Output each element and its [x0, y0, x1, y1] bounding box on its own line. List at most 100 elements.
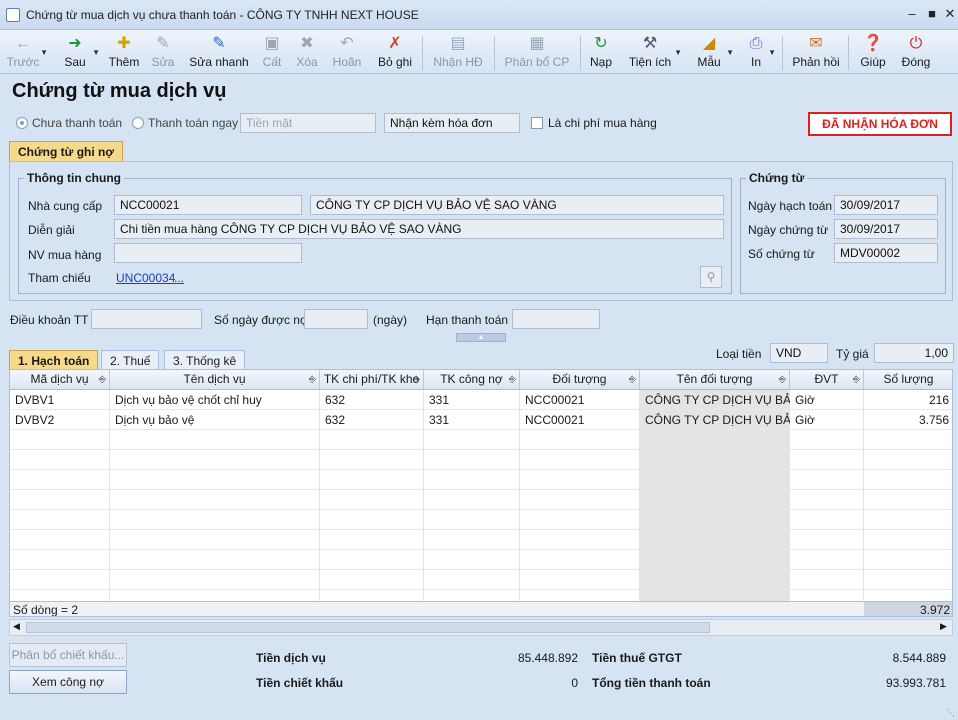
print-button[interactable]: ⎙ In ▼ — [744, 32, 776, 72]
tab-voucher[interactable]: Chứng từ ghi nợ — [9, 141, 123, 161]
cell-payable-account[interactable]: 331 — [424, 390, 520, 410]
voucher-group-title: Chứng từ — [746, 171, 808, 185]
buyer-field[interactable] — [114, 243, 302, 263]
supplier-code-field[interactable]: NCC00021 — [114, 195, 302, 215]
maximize-icon[interactable]: ■ — [924, 7, 940, 23]
table-row-empty[interactable] — [10, 510, 952, 530]
table-row-empty[interactable] — [10, 530, 952, 550]
col-header-expense-account[interactable]: TK chi phí/TK kho ⎆ — [320, 370, 424, 390]
table-row-empty[interactable] — [10, 430, 952, 450]
vat-label: Tiền thuế GTGT — [592, 651, 682, 665]
scroll-left-icon[interactable]: ◀ — [13, 621, 20, 632]
close-button[interactable]: ⏻ Đóng — [898, 32, 934, 72]
col-header-quantity[interactable]: Số lượng — [864, 370, 952, 390]
dropdown-icon[interactable]: ▼ — [674, 48, 682, 57]
save-button[interactable]: ▣ Cất — [258, 32, 286, 72]
cell-expense-account[interactable]: 632 — [320, 410, 424, 430]
reference-label: Tham chiếu — [28, 271, 91, 285]
dropdown-icon[interactable]: ▼ — [726, 48, 734, 57]
undo-button[interactable]: ↶ Hoãn — [330, 32, 364, 72]
edit-button[interactable]: ✎ Sửa — [148, 32, 178, 72]
scroll-right-icon[interactable]: ▶ — [940, 621, 947, 632]
delete-button[interactable]: ✖ Xóa — [292, 32, 322, 72]
horizontal-scrollbar[interactable]: ◀ ▶ — [9, 619, 953, 636]
col-header-payable-account[interactable]: TK công nợ ⎆ — [424, 370, 520, 390]
description-field[interactable]: Chi tiền mua hàng CÔNG TY CP DỊCH VỤ BẢO… — [114, 219, 724, 239]
receive-invoice-button[interactable]: ▤ Nhận HĐ — [430, 32, 486, 72]
cell-unit[interactable]: Giờ — [790, 390, 864, 410]
table-row[interactable]: DVBV1 Dịch vụ bảo vệ chốt chỉ huy 632 33… — [10, 390, 952, 410]
prev-button[interactable]: ← Trước ▼ — [6, 32, 48, 72]
tab-accounting[interactable]: 1. Hạch toán — [9, 350, 99, 370]
resize-grip-icon[interactable]: ⋱ — [946, 708, 955, 719]
posting-date-field[interactable]: 30/09/2017 — [834, 195, 938, 215]
table-row-empty[interactable] — [10, 470, 952, 490]
unpost-button[interactable]: ✗ Bỏ ghi — [374, 32, 416, 72]
toolbar-separator — [494, 36, 495, 70]
dropdown-icon[interactable]: ▼ — [92, 48, 100, 57]
load-button[interactable]: ↻ Nạp — [586, 32, 616, 72]
grid-footer: Số dòng = 2 3.972 — [10, 601, 952, 616]
invoice-mode-field[interactable]: Nhận kèm hóa đơn — [384, 113, 520, 133]
cell-service-code[interactable]: DVBV2 — [10, 410, 110, 430]
voucher-panel: Thông tin chung Nhà cung cấp NCC00021 CÔ… — [9, 161, 953, 301]
col-header-service-name[interactable]: Tên dịch vụ ⎆ — [110, 370, 320, 390]
feedback-button[interactable]: ✉ Phản hồi — [790, 32, 842, 72]
due-date-field[interactable] — [512, 309, 600, 329]
table-row-empty[interactable] — [10, 450, 952, 470]
credit-days-field[interactable] — [304, 309, 368, 329]
scroll-thumb[interactable] — [26, 622, 710, 633]
add-button[interactable]: ✚ Thêm — [106, 32, 142, 72]
cell-expense-account[interactable]: 632 — [320, 390, 424, 410]
cell-object-name: CÔNG TY CP DỊCH VỤ BẢO — [645, 413, 790, 427]
quick-edit-button[interactable]: ✎ Sửa nhanh — [188, 32, 250, 72]
voucher-date-label: Ngày chứng từ — [748, 223, 829, 237]
view-debt-button[interactable]: Xem công nợ — [9, 670, 127, 694]
col-header-unit[interactable]: ĐVT ⎆ — [790, 370, 864, 390]
cell-quantity[interactable]: 216 — [864, 390, 952, 410]
next-button[interactable]: ➜ Sau ▼ — [58, 32, 100, 72]
cell-object[interactable]: NCC00021 — [520, 410, 640, 430]
pin-icon: ⎆ — [628, 374, 636, 384]
currency-field[interactable]: VND — [770, 343, 828, 363]
payment-method-field[interactable]: Tiền mặt — [240, 113, 376, 133]
table-row-empty[interactable] — [10, 550, 952, 570]
payment-terms-field[interactable] — [91, 309, 202, 329]
close-icon[interactable]: ✕ — [942, 7, 958, 23]
radio-paid-now[interactable] — [132, 117, 144, 129]
dropdown-icon[interactable]: ▼ — [40, 48, 48, 57]
allocate-cost-button[interactable]: ▦ Phân bổ CP — [502, 32, 572, 72]
cell-service-name[interactable]: Dịch vụ bảo vệ — [110, 410, 320, 430]
voucher-no-field[interactable]: MDV00002 — [834, 243, 938, 263]
voucher-date-field[interactable]: 30/09/2017 — [834, 219, 938, 239]
purchase-cost-checkbox[interactable] — [531, 117, 543, 129]
cell-service-code[interactable]: DVBV1 — [10, 390, 110, 410]
discount-allocation-button[interactable]: Phân bổ chiết khấu... — [9, 643, 127, 667]
supplier-name-field[interactable]: CÔNG TY CP DỊCH VỤ BẢO VỆ SAO VÀNG — [310, 195, 724, 215]
col-header-object[interactable]: Đối tượng ⎆ — [520, 370, 640, 390]
collapse-icon[interactable]: ▲ — [456, 333, 506, 342]
col-header-object-name[interactable]: Tên đối tượng ⎆ — [640, 370, 790, 390]
help-button[interactable]: ❓ Giúp — [856, 32, 890, 72]
rate-field[interactable]: 1,00 — [874, 343, 954, 363]
page-title: Chứng từ mua dịch vụ — [12, 80, 227, 102]
tab-stats[interactable]: 3. Thống kê — [164, 350, 246, 370]
cell-quantity[interactable]: 3.756 — [864, 410, 952, 430]
cell-unit[interactable]: Giờ — [790, 410, 864, 430]
table-row[interactable]: DVBV2 Dịch vụ bảo vệ 632 331 NCC00021 CÔ… — [10, 410, 952, 430]
cell-payable-account[interactable]: 331 — [424, 410, 520, 430]
cell-service-name[interactable]: Dịch vụ bảo vệ chốt chỉ huy — [110, 390, 320, 410]
table-row-empty[interactable] — [10, 570, 952, 590]
reference-more-link[interactable]: ... — [174, 271, 184, 285]
reference-link[interactable]: UNC00034 — [116, 271, 175, 285]
radio-unpaid[interactable] — [16, 117, 28, 129]
tab-tax[interactable]: 2. Thuế — [101, 350, 160, 370]
col-header-service-code[interactable]: Mã dịch vụ ⎆ — [10, 370, 110, 390]
minimize-icon[interactable]: – — [904, 7, 920, 23]
template-button[interactable]: ◢ Mẫu ▼ — [692, 32, 734, 72]
search-icon[interactable]: ⚲ — [700, 266, 722, 288]
dropdown-icon[interactable]: ▼ — [768, 48, 776, 57]
utilities-button[interactable]: ⚒ Tiện ích ▼ — [626, 32, 682, 72]
table-row-empty[interactable] — [10, 490, 952, 510]
cell-object[interactable]: NCC00021 — [520, 390, 640, 410]
